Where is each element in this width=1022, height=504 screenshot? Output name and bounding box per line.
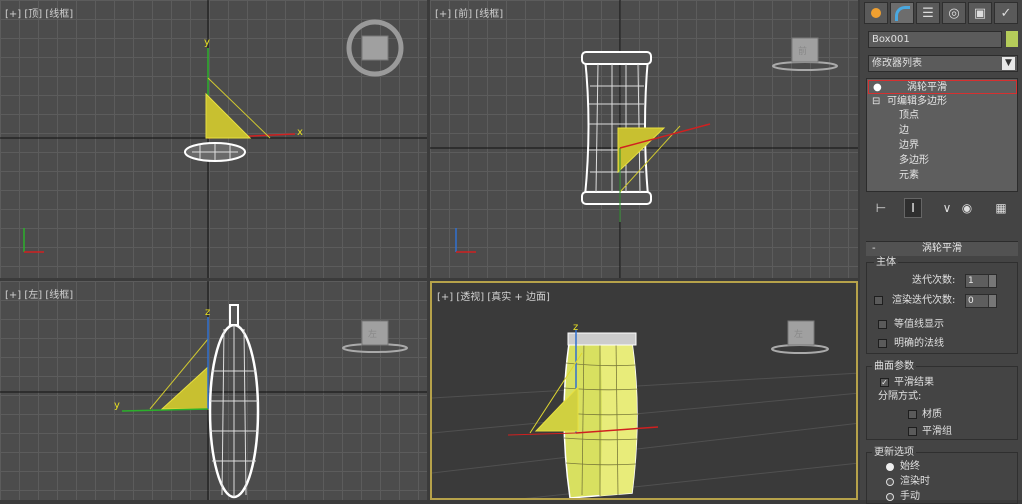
viewport-left[interactable]: 左 [+] [左] [线框] z y — [0, 281, 427, 500]
materials-checkbox[interactable] — [908, 410, 917, 419]
group-title: 更新选项 — [872, 446, 916, 459]
lightbulb-icon[interactable]: ● — [873, 81, 882, 94]
motion-icon[interactable]: ◎ — [942, 2, 966, 24]
group-title: 曲面参数 — [872, 360, 916, 373]
render-iterations-checkbox[interactable] — [874, 296, 883, 305]
stack-subobject[interactable]: 边界 — [899, 139, 919, 152]
always-radio[interactable] — [886, 463, 894, 471]
iterations-label: 迭代次数: — [912, 275, 956, 286]
smoothing-groups-label: 平滑组 — [922, 426, 952, 437]
stack-subobject[interactable]: 元素 — [899, 169, 919, 182]
stack-toolbar: ⊢ I ∨ ◉ ▦ — [866, 198, 1018, 218]
smooth-result-label: 平滑结果 — [894, 377, 934, 388]
stack-subobject[interactable]: 顶点 — [899, 109, 919, 122]
viewport-top-scene — [0, 0, 427, 278]
when-rendering-radio[interactable] — [886, 478, 894, 486]
group-title: 主体 — [874, 256, 898, 269]
command-panel-tabs: ☰ ◎ ▣ ✓ — [864, 2, 1020, 24]
viewport-left-scene: 左 — [0, 281, 427, 500]
remove-modifier-icon[interactable]: ◉ — [958, 198, 976, 218]
svg-text:前: 前 — [798, 45, 807, 57]
display-icon[interactable]: ▣ — [968, 2, 992, 24]
stack-item-editable-poly[interactable]: 可编辑多边形 — [887, 95, 947, 108]
separate-by-label: 分隔方式: — [878, 391, 922, 402]
axis-label-y: y — [204, 37, 210, 48]
modifier-list-label: 修改器列表 — [872, 58, 922, 69]
stack-subobject[interactable]: 多边形 — [899, 154, 929, 167]
materials-label: 材质 — [922, 409, 942, 420]
viewport-top[interactable]: [+] [顶] [线框] y x — [0, 0, 427, 278]
viewport-label[interactable]: [+] [左] [线框] — [5, 286, 73, 301]
viewport-front[interactable]: 前 [+] [前] [线框] — [430, 0, 858, 278]
viewcube[interactable]: 前 — [772, 37, 838, 71]
pin-stack-icon[interactable]: ⊢ — [872, 198, 890, 218]
explicit-normals-checkbox[interactable] — [878, 339, 887, 348]
modify-icon[interactable] — [890, 2, 914, 24]
isoline-display-label: 等值线显示 — [894, 319, 944, 330]
modifier-stack[interactable]: ● 涡轮平滑 ⊟ 可编辑多边形 顶点 边 边界 多边形 元素 — [866, 78, 1018, 192]
isoline-display-checkbox[interactable] — [878, 320, 887, 329]
viewport-label[interactable]: [+] [前] [线框] — [435, 5, 503, 20]
viewport-perspective-scene: 左 — [432, 320, 856, 498]
utilities-icon[interactable]: ✓ — [994, 2, 1018, 24]
viewport-front-scene: 前 — [430, 0, 858, 278]
always-label: 始终 — [900, 461, 920, 472]
configure-modifier-sets-icon[interactable]: ▦ — [992, 198, 1010, 218]
manually-label: 手动 — [900, 491, 920, 502]
stack-subobject[interactable]: 边 — [899, 124, 909, 137]
create-icon[interactable] — [864, 2, 888, 24]
object-name-field[interactable]: Box001 — [868, 31, 1002, 48]
axis-label-y: y — [114, 400, 120, 411]
viewcube[interactable]: 左 — [342, 320, 408, 353]
rollout-title[interactable]: - 涡轮平滑 — [866, 241, 1018, 256]
rollout-title-label: 涡轮平滑 — [922, 243, 962, 254]
svg-text:左: 左 — [368, 328, 377, 340]
explicit-normals-label: 明确的法线 — [894, 338, 944, 349]
object-color-swatch[interactable] — [1006, 31, 1018, 47]
render-iterations-label: 渲染迭代次数: — [892, 295, 956, 306]
viewcube[interactable] — [346, 19, 404, 77]
show-end-result-icon[interactable]: I — [904, 198, 922, 218]
viewcube[interactable]: 左 — [771, 320, 829, 354]
viewport-perspective[interactable]: 左 [+] [透视] [真实 + 边面] z — [430, 281, 858, 500]
when-rendering-label: 渲染时 — [900, 476, 930, 487]
render-iterations-spinner[interactable]: 0 — [965, 294, 997, 308]
rollout-collapse-icon: - — [872, 243, 876, 254]
make-unique-icon[interactable]: ∨ — [938, 198, 956, 218]
hierarchy-icon[interactable]: ☰ — [916, 2, 940, 24]
viewport-label[interactable]: [+] [透视] [真实 + 边面] — [437, 288, 550, 303]
smooth-result-checkbox[interactable]: ✓ — [880, 378, 889, 387]
stack-item-turbosmooth[interactable]: 涡轮平滑 — [907, 81, 947, 94]
chevron-down-icon[interactable]: ▼ — [1002, 57, 1015, 70]
collapse-icon[interactable]: ⊟ — [872, 95, 880, 108]
axis-label-z: z — [205, 307, 211, 318]
axis-label-x: x — [297, 127, 303, 138]
modifier-list-dropdown[interactable]: 修改器列表 ▼ — [868, 55, 1018, 72]
svg-text:左: 左 — [794, 328, 803, 340]
smoothing-groups-checkbox[interactable] — [908, 427, 917, 436]
iterations-spinner[interactable]: 1 — [965, 274, 997, 288]
axis-label-z: z — [573, 322, 579, 333]
viewport-label[interactable]: [+] [顶] [线框] — [5, 5, 73, 20]
